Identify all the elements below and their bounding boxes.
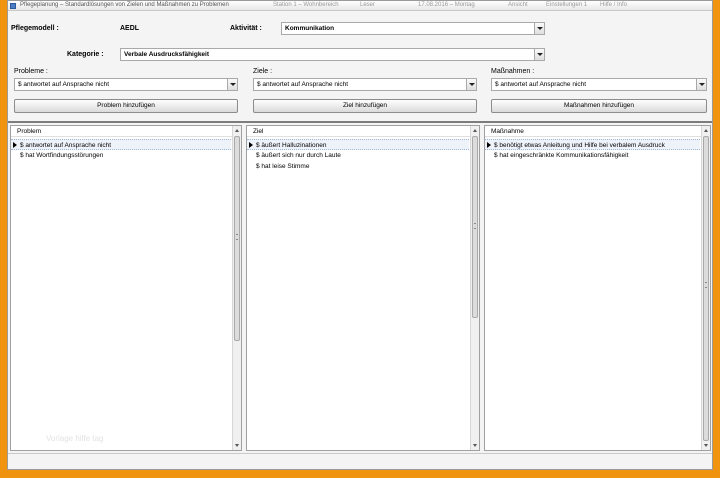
window-title: Pflegeplanung – Standardlösungen von Zie… xyxy=(20,2,229,8)
add-problem-button[interactable]: Problem hinzufügen xyxy=(14,99,238,113)
watermark: Vorlage hilfe tag xyxy=(46,434,104,443)
massnahme-column-header: Maßnahme xyxy=(485,126,710,137)
ziel-panel: Ziel $ äußert Halluzinationen $ äußert s… xyxy=(246,125,480,451)
probleme-select[interactable]: $ antwortet auf Ansprache nicht xyxy=(14,78,238,91)
title-bar: Pflegeplanung – Standardlösungen von Zie… xyxy=(8,1,712,11)
probleme-label: Probleme : xyxy=(14,68,48,75)
chevron-down-icon[interactable] xyxy=(227,79,237,90)
list-item[interactable]: $ hat eingeschränkte Kommunikationsfähig… xyxy=(485,150,700,161)
massnahmen-value: $ antwortet auf Ansprache nicht xyxy=(495,81,587,88)
kategorie-label: Kategorie : xyxy=(67,51,104,58)
row-pointer-icon xyxy=(249,142,253,148)
aktivitaet-label: Aktivität : xyxy=(230,25,262,32)
chevron-down-icon[interactable] xyxy=(534,23,544,34)
status-bar xyxy=(8,453,712,469)
add-ziel-button[interactable]: Ziel hinzufügen xyxy=(253,99,477,113)
ziel-scrollbar[interactable] xyxy=(470,126,479,450)
list-item[interactable]: $ äußert sich nur durch Laute xyxy=(247,150,469,161)
chevron-down-icon[interactable] xyxy=(696,79,706,90)
scroll-down-icon[interactable] xyxy=(235,444,239,447)
chevron-down-icon[interactable] xyxy=(534,49,544,60)
ziele-value: $ antwortet auf Ansprache nicht xyxy=(257,81,349,88)
list-item[interactable]: $ äußert Halluzinationen xyxy=(247,139,469,150)
scroll-up-icon[interactable] xyxy=(704,129,708,132)
scroll-down-icon[interactable] xyxy=(704,444,708,447)
scroll-thumb[interactable] xyxy=(703,136,709,441)
scroll-thumb[interactable] xyxy=(472,136,478,318)
row-pointer-icon xyxy=(13,142,17,148)
kategorie-select[interactable]: Verbale Ausdrucksfähigkeit xyxy=(120,48,545,61)
title-info-item: 17.08.2016 – Montag xyxy=(418,2,475,8)
massnahme-panel: Maßnahme $ benötigt etwas Anleitung und … xyxy=(484,125,711,451)
ziel-column-header: Ziel xyxy=(247,126,479,137)
scroll-down-icon[interactable] xyxy=(473,444,477,447)
list-item[interactable]: $ hat Wortfindungsstörungen xyxy=(11,150,231,161)
probleme-value: $ antwortet auf Ansprache nicht xyxy=(18,81,110,88)
list-item[interactable]: $ antwortet auf Ansprache nicht xyxy=(11,139,231,150)
pflegemodell-value: AEDL xyxy=(120,25,140,32)
list-item[interactable]: $ hat leise Stimme xyxy=(247,161,469,172)
problem-scrollbar[interactable] xyxy=(232,126,241,450)
title-info-item: Station 1 – Wohnbereich xyxy=(273,2,339,8)
app-icon xyxy=(10,3,16,9)
title-info-item: Hilfe / Info xyxy=(600,2,628,8)
massnahme-scrollbar[interactable] xyxy=(701,126,710,450)
chevron-down-icon[interactable] xyxy=(466,79,476,90)
application-window: Pflegeplanung – Standardlösungen von Zie… xyxy=(7,0,713,470)
pflegemodell-label: Pflegemodell : xyxy=(11,25,59,32)
divider xyxy=(8,121,712,123)
add-massnahmen-button[interactable]: Maßnahmen hinzufügen xyxy=(491,99,707,113)
problem-column-header: Problem xyxy=(11,126,241,137)
title-info-item: Einstellungen 1 xyxy=(546,2,588,8)
problem-panel: Problem $ antwortet auf Ansprache nicht … xyxy=(10,125,242,451)
scroll-up-icon[interactable] xyxy=(235,129,239,132)
title-info-item: Leser xyxy=(360,2,376,8)
scroll-thumb[interactable] xyxy=(234,136,240,341)
kategorie-value: Verbale Ausdrucksfähigkeit xyxy=(124,51,210,58)
scroll-up-icon[interactable] xyxy=(473,129,477,132)
row-pointer-icon xyxy=(487,142,491,148)
aktivitaet-value: Kommunikation xyxy=(285,25,335,32)
massnahmen-select[interactable]: $ antwortet auf Ansprache nicht xyxy=(491,78,707,91)
massnahmen-label: Maßnahmen : xyxy=(491,68,535,75)
aktivitaet-select[interactable]: Kommunikation xyxy=(281,22,545,35)
ziele-label: Ziele : xyxy=(253,68,273,75)
list-item[interactable]: $ benötigt etwas Anleitung und Hilfe bei… xyxy=(485,139,700,150)
title-info-item: Ansicht xyxy=(508,2,528,8)
ziele-select[interactable]: $ antwortet auf Ansprache nicht xyxy=(253,78,477,91)
